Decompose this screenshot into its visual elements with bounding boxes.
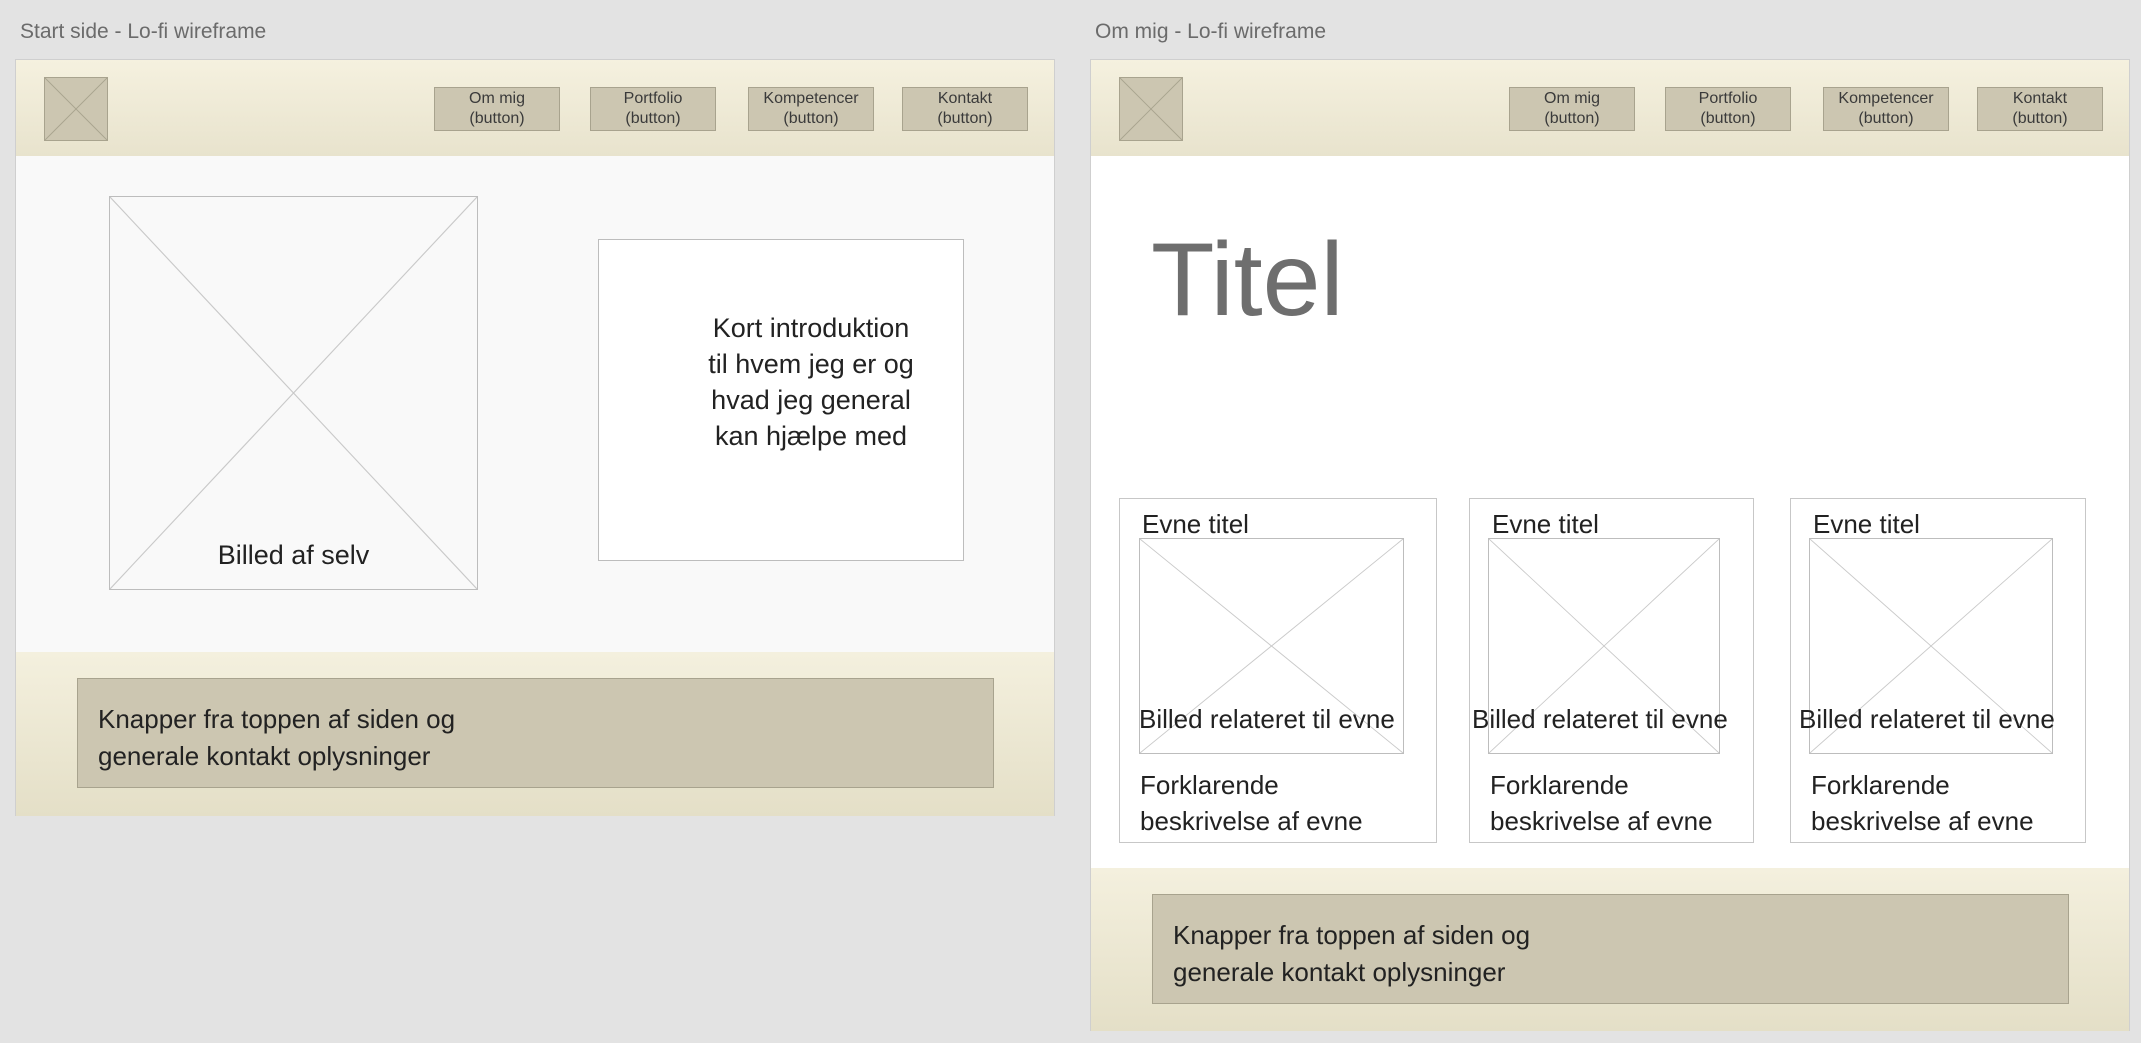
- skill-image-label: Billed relateret til evne: [1472, 704, 1728, 734]
- skill-card: Evne titel Billed relateret til evne For…: [1790, 498, 2086, 843]
- footer-contact-box: Knapper fra toppen af siden og generale …: [1152, 894, 2069, 1004]
- om-mig-page-frame: Om mig (button) Portfolio (button) Kompe…: [1090, 59, 2130, 1031]
- skill-description: Forklarende beskrivelse af evne: [1490, 770, 1713, 836]
- nav-button-portfolio[interactable]: Portfolio (button): [1665, 87, 1791, 131]
- self-image-label: Billed af selv: [217, 540, 370, 570]
- skill-description: Forklarende beskrivelse af evne: [1140, 770, 1363, 836]
- skill-image-label: Billed relateret til evne: [1799, 704, 2055, 734]
- nav-button-kontakt[interactable]: Kontakt (button): [902, 87, 1028, 131]
- skill-title: Evne titel: [1492, 509, 1599, 539]
- intro-text-box: Kort introduktion til hvem jeg er og hva…: [598, 239, 964, 561]
- page-footer: Knapper fra toppen af siden og generale …: [16, 652, 1054, 816]
- nav-button-om-mig[interactable]: Om mig (button): [434, 87, 560, 131]
- nav-button-kompetencer[interactable]: Kompetencer (button): [748, 87, 874, 131]
- nav-button-portfolio[interactable]: Portfolio (button): [590, 87, 716, 131]
- skill-card: Evne titel Billed relateret til evne For…: [1469, 498, 1754, 843]
- nav-button-kompetencer[interactable]: Kompetencer (button): [1823, 87, 1949, 131]
- nav-button-om-mig[interactable]: Om mig (button): [1509, 87, 1635, 131]
- page-header: Om mig (button) Portfolio (button) Kompe…: [16, 60, 1054, 156]
- page-header: Om mig (button) Portfolio (button) Kompe…: [1091, 60, 2129, 156]
- skill-image-label: Billed relateret til evne: [1139, 704, 1395, 734]
- intro-text: Kort introduktion til hvem jeg er og hva…: [708, 313, 914, 451]
- skill-card: Evne titel Billed relateret til evne For…: [1119, 498, 1437, 843]
- skill-title: Evne titel: [1142, 509, 1249, 539]
- logo-placeholder-icon: [1119, 77, 1183, 141]
- skill-description: Forklarende beskrivelse af evne: [1811, 770, 2034, 836]
- start-page-frame: Om mig (button) Portfolio (button) Kompe…: [15, 59, 1055, 816]
- frame-title-start: Start side - Lo-fi wireframe: [20, 20, 267, 43]
- skill-title: Evne titel: [1813, 509, 1920, 539]
- nav-button-kontakt[interactable]: Kontakt (button): [1977, 87, 2103, 131]
- footer-contact-box: Knapper fra toppen af siden og generale …: [77, 678, 994, 788]
- logo-placeholder-icon: [44, 77, 108, 141]
- frame-title-om-mig: Om mig - Lo-fi wireframe: [1095, 20, 1327, 43]
- page-footer: Knapper fra toppen af siden og generale …: [1091, 868, 2129, 1031]
- self-image-placeholder: Billed af selv: [109, 196, 478, 590]
- page-title: Titel: [1151, 222, 1344, 338]
